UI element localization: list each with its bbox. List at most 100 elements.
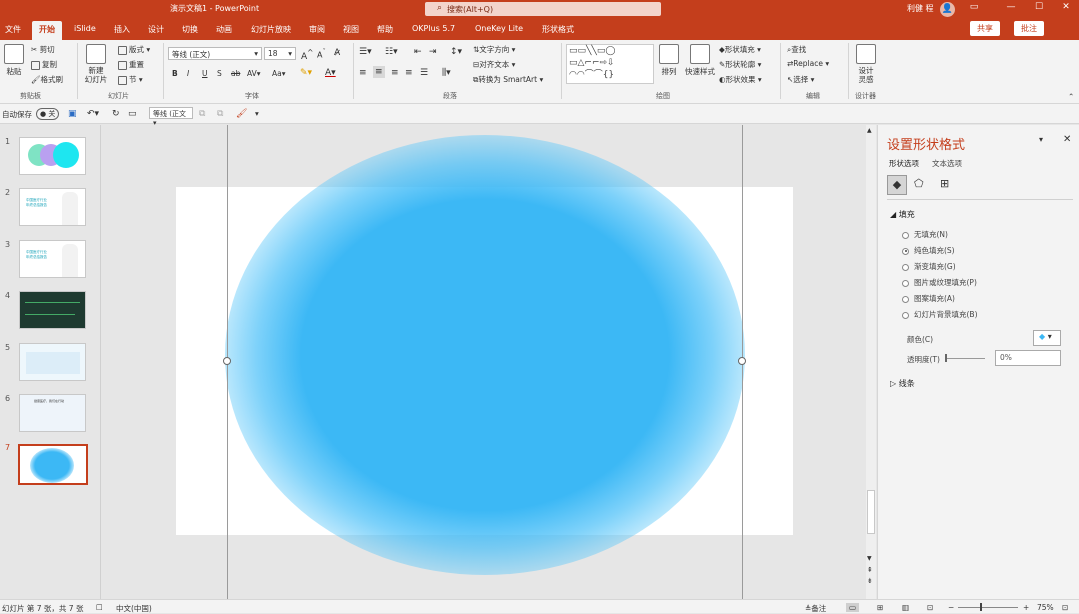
font-color-icon[interactable]: A▾ xyxy=(325,68,336,78)
tab-view[interactable]: 视图 xyxy=(343,24,359,35)
copy-button[interactable]: 复制 xyxy=(31,59,57,70)
increase-indent-icon[interactable]: ⇥ xyxy=(429,47,437,57)
find-button[interactable]: ⌕查找 xyxy=(787,44,806,55)
slideshow-icon[interactable]: ⊡ xyxy=(927,603,933,612)
prev-slide-icon[interactable]: ⇞ xyxy=(867,566,873,574)
change-case-button[interactable]: Aa▾ xyxy=(272,69,286,78)
tab-okplus[interactable]: OKPlus 5.7 xyxy=(412,24,455,33)
transparency-input[interactable]: 0% xyxy=(995,350,1061,366)
zoom-slider[interactable] xyxy=(958,607,1018,608)
format-painter-button[interactable]: 🖌格式刷 xyxy=(31,74,63,85)
tab-animations[interactable]: 动画 xyxy=(216,24,232,35)
bold-button[interactable]: B xyxy=(172,69,178,78)
fill-option-picture[interactable]: 图片或纹理填充(P) xyxy=(902,277,977,288)
layout-button[interactable]: 版式 ▾ xyxy=(118,44,150,55)
underline-button[interactable]: U xyxy=(202,69,208,78)
tab-text-options[interactable]: 文本选项 xyxy=(932,158,962,169)
reset-button[interactable]: 重置 xyxy=(118,59,144,70)
scroll-thumb[interactable] xyxy=(867,490,875,534)
clear-format-icon[interactable]: A̷ xyxy=(334,48,340,58)
char-spacing-button[interactable]: AV▾ xyxy=(247,69,261,78)
slide-thumbnail-5[interactable] xyxy=(19,343,86,381)
fill-option-pattern[interactable]: 图案填充(A) xyxy=(902,293,955,304)
numbering-icon[interactable]: ☷▾ xyxy=(385,47,398,57)
fill-option-background[interactable]: 幻灯片背景填充(B) xyxy=(902,309,978,320)
start-slideshow-icon[interactable]: ▭ xyxy=(128,109,137,119)
new-slide-button[interactable]: 新建 幻灯片 xyxy=(82,44,110,84)
slide-canvas[interactable] xyxy=(101,125,866,599)
shape-effects-button[interactable]: ◐形状效果 ▾ xyxy=(719,74,762,85)
fit-to-window-icon[interactable]: ⊡ xyxy=(1062,603,1068,612)
zoom-in-icon[interactable]: + xyxy=(1023,603,1029,612)
close-icon[interactable]: ✕ xyxy=(1063,134,1071,145)
line-spacing-icon[interactable]: ↕▾ xyxy=(450,47,462,57)
select-button[interactable]: ↖选择 ▾ xyxy=(787,74,814,85)
arrange-button[interactable]: 排列 xyxy=(658,44,680,77)
highlight-icon[interactable]: ✎▾ xyxy=(300,68,312,78)
cut-button[interactable]: ✂ 剪切 xyxy=(31,44,55,55)
distribute-icon[interactable]: ☰ xyxy=(420,68,428,78)
qat-font-select[interactable]: 等线 (正文▾ xyxy=(149,107,193,127)
tab-help[interactable]: 帮助 xyxy=(377,24,393,35)
strikethrough-button[interactable]: ab xyxy=(231,69,240,78)
resize-handle-left[interactable] xyxy=(223,357,231,365)
avatar[interactable]: 👤 xyxy=(940,2,955,17)
notes-button[interactable]: ≜备注 xyxy=(805,603,826,614)
section-button[interactable]: 节 ▾ xyxy=(118,74,143,85)
bullets-icon[interactable]: ☰▾ xyxy=(359,47,372,57)
slide-thumbnail-7[interactable] xyxy=(18,444,88,485)
line-section-header[interactable]: ▷ 线条 xyxy=(890,378,915,389)
slide-thumbnail-3[interactable]: 中国医疗行业 年终总结报告 xyxy=(19,240,86,278)
close-icon[interactable]: ✕ xyxy=(1059,2,1073,12)
slider-handle[interactable] xyxy=(945,354,947,362)
blurred-circle-shape[interactable] xyxy=(225,135,745,575)
zoom-slider-handle[interactable] xyxy=(980,603,982,611)
tab-onekey[interactable]: OneKey Lite xyxy=(475,24,523,33)
align-right-icon[interactable]: ≡ xyxy=(391,68,399,78)
format-painter-icon[interactable]: 🖌 xyxy=(236,109,247,119)
color-picker-button[interactable]: ◆ ▾ xyxy=(1033,330,1061,346)
fill-option-solid[interactable]: 纯色填充(S) xyxy=(902,245,955,256)
slide-thumbnail-1[interactable] xyxy=(19,137,86,175)
shape-outline-button[interactable]: ✎形状轮廓 ▾ xyxy=(719,59,761,70)
decrease-indent-icon[interactable]: ⇤ xyxy=(414,47,422,57)
search-box[interactable]: ⌕ 搜索(Alt+Q) xyxy=(425,2,661,16)
fill-option-gradient[interactable]: 渐变填充(G) xyxy=(902,261,956,272)
ribbon-display-icon[interactable]: ▭ xyxy=(967,2,981,12)
tab-review[interactable]: 审阅 xyxy=(309,24,325,35)
fill-section-header[interactable]: ◢ 填充 xyxy=(890,209,915,220)
justify-icon[interactable]: ≡ xyxy=(405,68,413,78)
tab-slideshow[interactable]: 幻灯片放映 xyxy=(251,24,291,35)
reading-view-icon[interactable]: ▥ xyxy=(902,603,909,612)
pane-options-icon[interactable]: ▾ xyxy=(1039,135,1043,144)
normal-view-icon[interactable]: ▭ xyxy=(846,603,860,612)
fill-line-icon[interactable]: ◆ xyxy=(887,175,907,195)
paste-button[interactable]: 粘贴 xyxy=(3,44,25,77)
font-name-select[interactable]: 等线 (正文) ▾ xyxy=(168,47,262,60)
scroll-up-icon[interactable]: ▲ xyxy=(867,127,872,134)
language-indicator[interactable]: 中文(中国) xyxy=(116,603,152,614)
grow-font-icon[interactable]: A^ xyxy=(301,48,313,62)
zoom-level[interactable]: 75% xyxy=(1037,603,1054,612)
slide-thumbnail-2[interactable]: 中国医疗行业 年终总结报告 xyxy=(19,188,86,226)
comment-button[interactable]: 批注 xyxy=(1014,21,1044,36)
scroll-down-icon[interactable]: ▼ xyxy=(867,555,872,562)
customize-qat-icon[interactable]: ▾ xyxy=(255,109,259,118)
align-center-icon[interactable]: ≡ xyxy=(373,66,385,78)
ungroup-icon[interactable]: ⧉ xyxy=(217,109,223,119)
font-size-select[interactable]: 18 ▾ xyxy=(264,47,296,60)
tab-shape-options[interactable]: 形状选项 xyxy=(889,158,919,169)
canvas-scrollbar[interactable]: ▲ ▼ ⇞ ⇟ xyxy=(866,125,876,599)
shrink-font-icon[interactable]: Aˇ xyxy=(317,48,326,60)
tab-design[interactable]: 设计 xyxy=(148,24,164,35)
tab-file[interactable]: 文件 xyxy=(5,24,21,35)
share-button[interactable]: 共享 xyxy=(970,21,1000,36)
maximize-icon[interactable]: ☐ xyxy=(1032,2,1046,12)
save-icon[interactable]: ▣ xyxy=(68,109,77,119)
replace-button[interactable]: ⇄Replace ▾ xyxy=(787,59,829,68)
redo-icon[interactable]: ↻ xyxy=(112,109,120,119)
designer-button[interactable]: 设计 灵感 xyxy=(852,44,880,84)
autosave-toggle[interactable]: ● 关 xyxy=(36,108,60,120)
slide-thumbnail-4[interactable] xyxy=(19,291,86,329)
align-left-icon[interactable]: ≡ xyxy=(359,68,367,78)
